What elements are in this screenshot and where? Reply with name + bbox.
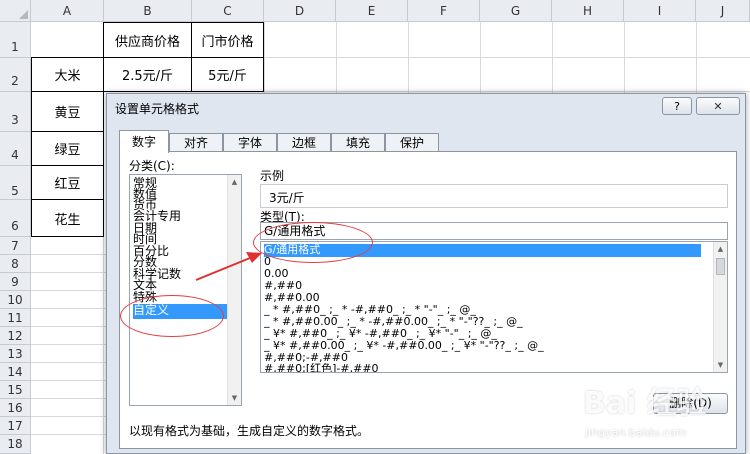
baidu-watermark: Bai 经验 jingyan.baidu.com: [575, 378, 745, 454]
category-list[interactable]: 常规 数值 货币 会计专用 日期 时间 百分比 分数 科学记数 文本 特殊 自定…: [129, 174, 242, 406]
tab-fill[interactable]: 填充: [331, 133, 385, 152]
watermark-url: jingyan.baidu.com: [585, 426, 687, 439]
tab-protection[interactable]: 保护: [385, 133, 439, 152]
close-icon: ✕: [713, 99, 723, 113]
scroll-down-icon[interactable]: ▼: [714, 358, 727, 372]
help-button[interactable]: ?: [662, 97, 692, 115]
dialog-title: 设置单元格格式: [115, 102, 200, 116]
sample-box: 3元/斤: [260, 184, 728, 208]
category-label: 分类(C):: [129, 159, 175, 173]
custom-format-description: 以现有格式为基础，生成自定义的数字格式。: [129, 424, 370, 438]
annotation-ellipse-category: [120, 295, 224, 337]
category-scrollbar[interactable]: ▲ ▼: [227, 175, 241, 405]
scroll-down-icon[interactable]: ▼: [228, 391, 241, 405]
format-scrollbar[interactable]: ▲ ▼: [713, 242, 727, 372]
scroll-thumb[interactable]: [716, 258, 725, 275]
scroll-up-icon[interactable]: ▲: [228, 175, 241, 189]
tab-alignment[interactable]: 对齐: [169, 133, 223, 152]
format-item[interactable]: #,##0;[红色]-#,##0: [264, 363, 701, 372]
tab-border[interactable]: 边框: [277, 133, 331, 152]
close-button[interactable]: ✕: [696, 97, 740, 115]
sample-label: 示例: [260, 169, 285, 183]
scroll-up-icon[interactable]: ▲: [714, 242, 727, 256]
baidu-logo-icon: Bai 经验: [583, 386, 707, 421]
sample-value: 3元/斤: [269, 191, 305, 205]
tab-font[interactable]: 字体: [223, 133, 277, 152]
annotation-ellipse-type: [253, 222, 373, 263]
tab-number[interactable]: 数字: [119, 130, 169, 153]
